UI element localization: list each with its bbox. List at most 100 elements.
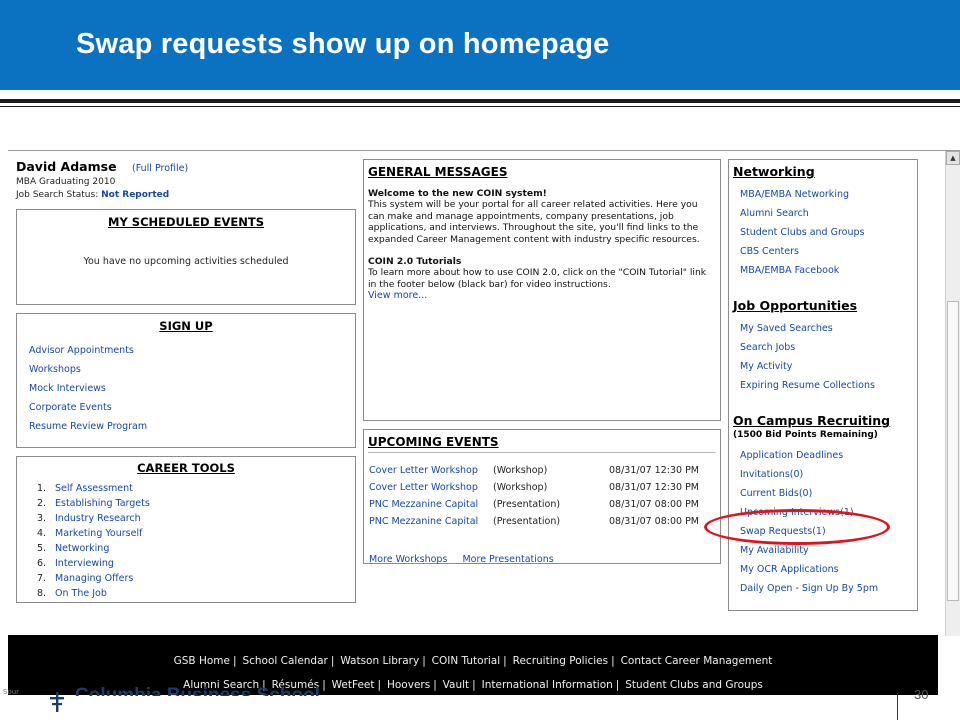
event-name-link[interactable]: Cover Letter Workshop	[369, 465, 478, 476]
list-item: Current Bids(0)	[740, 481, 878, 500]
general-messages-panel: GENERAL MESSAGES Welcome to the new COIN…	[363, 159, 721, 421]
list-number: 8.	[37, 588, 47, 599]
event-name-link[interactable]: PNC Mezzanine Capital	[369, 499, 478, 510]
coin-homepage-screenshot: David Adamse (Full Profile) MBA Graduati…	[8, 150, 960, 695]
scheduled-events-panel: MY SCHEDULED EVENTS You have no upcoming…	[16, 209, 356, 305]
list-item: 7. Managing Offers	[37, 571, 150, 586]
columbia-business-school-logo: Columbia Business School	[75, 686, 320, 696]
mock-interviews-link[interactable]: Mock Interviews	[29, 383, 106, 394]
event-type: (Workshop)	[493, 465, 548, 476]
mba-emba-networking-link[interactable]: MBA/EMBA Networking	[740, 189, 849, 200]
events-more-links: More Workshops More Presentations	[369, 547, 554, 566]
list-item: 5. Networking	[37, 541, 150, 556]
career-tools-panel: CAREER TOOLS 1. Self Assessment 2. Establi…	[16, 456, 356, 603]
list-item: Search Jobs	[740, 335, 875, 354]
welcome-heading: Welcome to the new COIN system!	[368, 188, 547, 199]
contact-career-management-link[interactable]: Contact Career Management	[621, 655, 773, 667]
source-note: Sour	[3, 688, 20, 696]
list-item: 3. Industry Research	[37, 511, 150, 526]
establishing-targets-link[interactable]: Establishing Targets	[55, 498, 150, 509]
interviewing-link[interactable]: Interviewing	[55, 558, 114, 569]
on-the-job-link[interactable]: On The Job	[55, 588, 107, 599]
more-presentations-link[interactable]: More Presentations	[462, 554, 553, 565]
vertical-scrollbar[interactable]: ▲	[945, 151, 960, 636]
career-tools-title: CAREER TOOLS	[137, 461, 235, 475]
vault-link[interactable]: Vault	[443, 679, 470, 691]
workshops-link[interactable]: Workshops	[29, 364, 81, 375]
my-ocr-applications-link[interactable]: My OCR Applications	[740, 564, 839, 575]
my-activity-link[interactable]: My Activity	[740, 361, 792, 372]
scroll-thumb[interactable]	[947, 301, 959, 601]
list-item: MBA/EMBA Networking	[740, 182, 864, 201]
my-availability-link[interactable]: My Availability	[740, 545, 809, 556]
list-item: Alumni Search	[740, 201, 864, 220]
list-number: 6.	[37, 558, 47, 569]
invitations-link[interactable]: Invitations(0)	[740, 469, 803, 480]
daily-open-link[interactable]: Daily Open - Sign Up By 5pm	[740, 583, 878, 594]
event-name-link[interactable]: Cover Letter Workshop	[369, 482, 478, 493]
profile-program: MBA Graduating 2010	[16, 177, 116, 187]
industry-research-link[interactable]: Industry Research	[55, 513, 141, 524]
self-assessment-link[interactable]: Self Assessment	[55, 483, 133, 494]
hoovers-link[interactable]: Hoovers	[387, 679, 430, 691]
list-item: 1. Self Assessment	[37, 481, 150, 496]
school-calendar-link[interactable]: School Calendar	[242, 655, 327, 667]
profile-name: David Adamse	[16, 159, 117, 174]
scheduled-events-empty: You have no upcoming activities schedule…	[83, 256, 289, 267]
list-number: 2.	[37, 498, 47, 509]
job-status-value[interactable]: Not Reported	[101, 190, 169, 200]
bid-points-remaining: (1500 Bid Points Remaining)	[733, 430, 878, 440]
advisor-appointments-link[interactable]: Advisor Appointments	[29, 345, 134, 356]
list-item: Expiring Resume Collections	[740, 373, 875, 392]
event-time: 08/31/07 12:30 PM	[609, 465, 700, 476]
marketing-yourself-link[interactable]: Marketing Yourself	[55, 528, 142, 539]
watson-library-link[interactable]: Watson Library	[340, 655, 419, 667]
full-profile-link[interactable]: (Full Profile)	[132, 163, 188, 174]
upcoming-events-panel: UPCOMING EVENTS Cover Letter Workshop (W…	[363, 429, 721, 566]
corporate-events-link[interactable]: Corporate Events	[29, 402, 112, 413]
more-workshops-link[interactable]: More Workshops	[369, 554, 447, 565]
tutorials-heading: COIN 2.0 Tutorials	[368, 256, 462, 268]
list-item: MBA/EMBA Facebook	[740, 258, 864, 277]
student-clubs-link[interactable]: Student Clubs and Groups	[740, 227, 864, 238]
event-time: 08/31/07 08:00 PM	[609, 499, 700, 510]
scroll-up-icon[interactable]: ▲	[946, 151, 960, 165]
list-item: My Activity	[740, 354, 875, 373]
header-divider-thin	[0, 106, 960, 107]
resume-review-program-link[interactable]: Resume Review Program	[29, 421, 147, 432]
coin-tutorial-link[interactable]: COIN Tutorial	[432, 655, 501, 667]
gsb-home-link[interactable]: GSB Home	[174, 655, 230, 667]
wetfeet-link[interactable]: WetFeet	[332, 679, 375, 691]
networking-tool-link[interactable]: Networking	[55, 543, 109, 554]
page-number: 30	[914, 688, 929, 700]
list-item: My OCR Applications	[740, 557, 878, 576]
list-item: Student Clubs and Groups	[740, 220, 864, 239]
international-information-link[interactable]: International Information	[482, 679, 613, 691]
general-messages-title: GENERAL MESSAGES	[368, 165, 508, 179]
networking-list: MBA/EMBA Networking Alumni Search Studen…	[740, 182, 864, 277]
event-type: (Presentation)	[493, 516, 561, 527]
mba-emba-facebook-link[interactable]: MBA/EMBA Facebook	[740, 265, 839, 276]
job-status-label: Job Search Status:	[16, 190, 99, 200]
search-jobs-link[interactable]: Search Jobs	[740, 342, 795, 353]
alumni-search-link[interactable]: Alumni Search	[740, 208, 809, 219]
sign-up-panel: SIGN UP Advisor Appointments Workshops M…	[16, 313, 356, 448]
view-more-link[interactable]: View more...	[368, 290, 427, 301]
recruiting-policies-link[interactable]: Recruiting Policies	[513, 655, 608, 667]
managing-offers-link[interactable]: Managing Offers	[55, 573, 133, 584]
list-item: Resume Review Program	[29, 414, 147, 433]
list-item: Application Deadlines	[740, 443, 878, 462]
cbs-centers-link[interactable]: CBS Centers	[740, 246, 799, 257]
header-divider	[0, 99, 960, 103]
event-name-link[interactable]: PNC Mezzanine Capital	[369, 516, 478, 527]
application-deadlines-link[interactable]: Application Deadlines	[740, 450, 843, 461]
welcome-body: This system will be your portal for all …	[368, 199, 700, 245]
list-item: Invitations(0)	[740, 462, 878, 481]
student-clubs-footer-link[interactable]: Student Clubs and Groups	[625, 679, 763, 691]
expiring-resume-collections-link[interactable]: Expiring Resume Collections	[740, 380, 875, 391]
my-saved-searches-link[interactable]: My Saved Searches	[740, 323, 833, 334]
current-bids-link[interactable]: Current Bids(0)	[740, 488, 812, 499]
event-time: 08/31/07 12:30 PM	[609, 482, 700, 493]
list-number: 5.	[37, 543, 47, 554]
list-item: Mock Interviews	[29, 376, 147, 395]
